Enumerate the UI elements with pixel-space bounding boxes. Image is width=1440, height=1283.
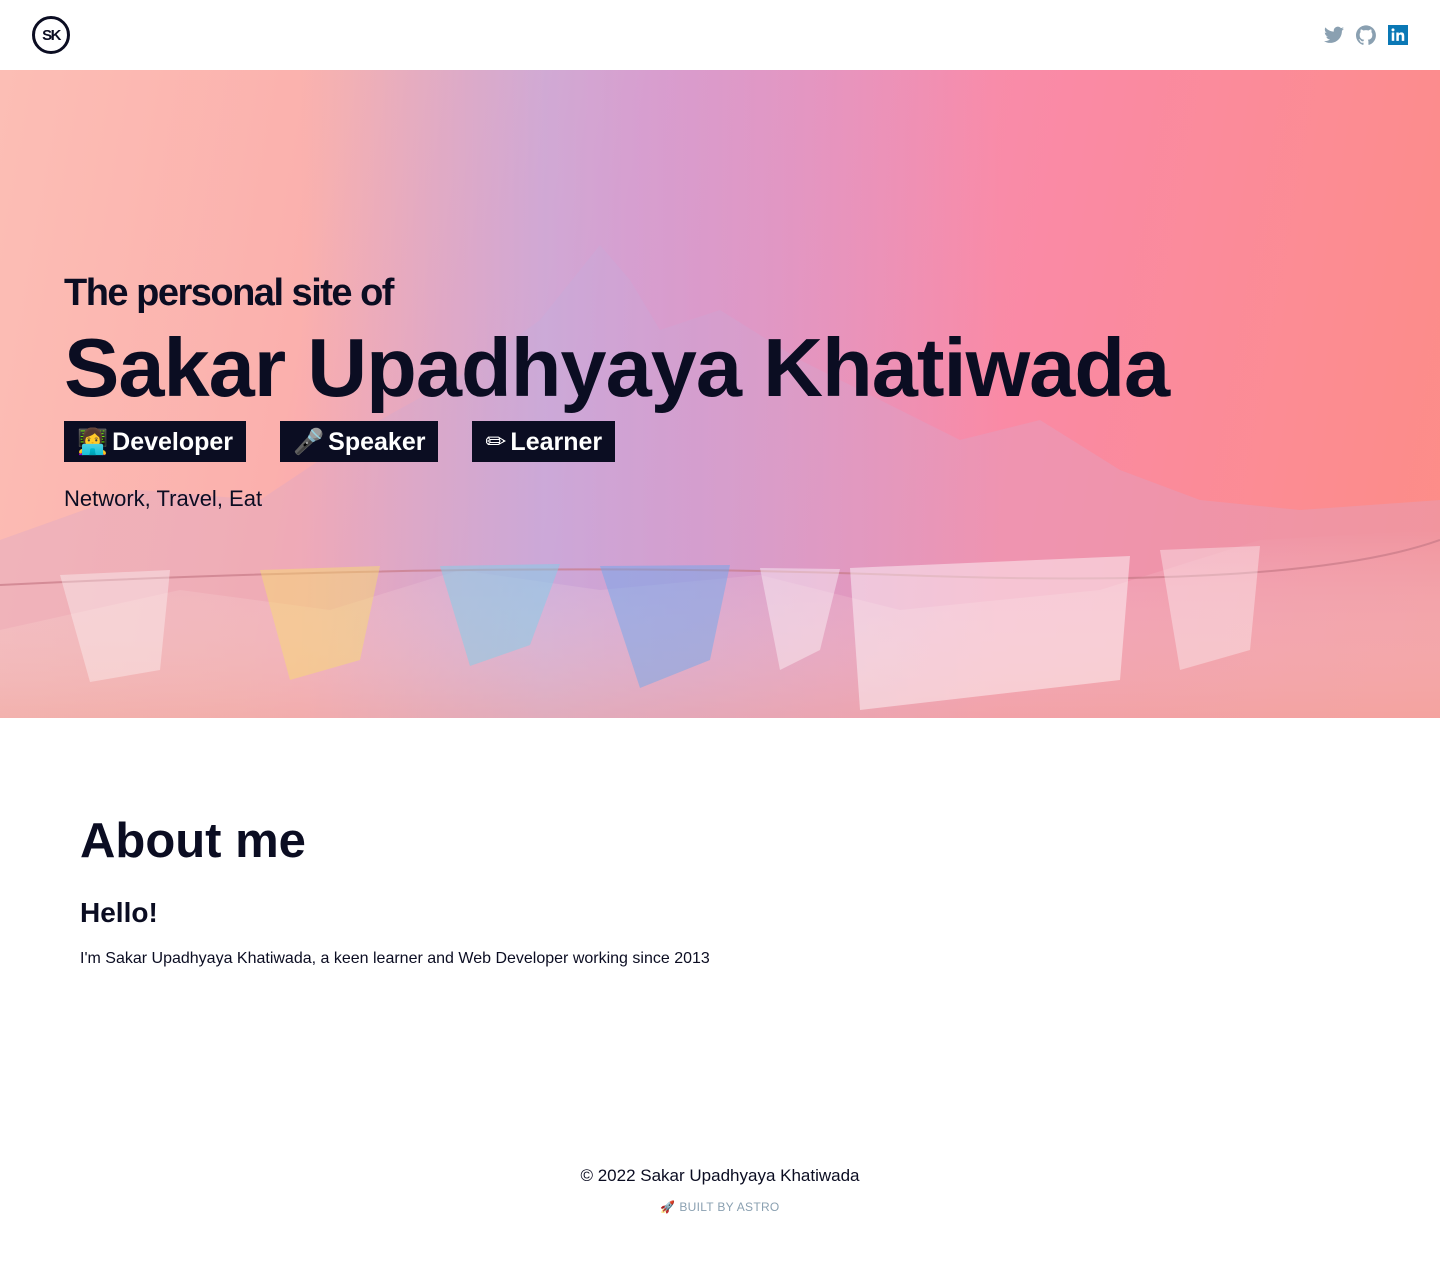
copyright-text: © 2022 Sakar Upadhyaya Khatiwada	[580, 1166, 860, 1185]
role-label: Learner	[510, 428, 603, 456]
pencil-emoji-icon: ✏	[485, 427, 507, 456]
twitter-icon	[1324, 26, 1344, 43]
social-links	[1324, 25, 1408, 45]
role-badges: 👩‍💻 Developer 🎤 Speaker ✏ Learner	[64, 421, 1169, 462]
hero-subtitle: The personal site of	[64, 272, 394, 314]
about-heading: About me	[80, 814, 306, 868]
role-label: Speaker	[328, 428, 426, 456]
linkedin-icon	[1388, 25, 1408, 45]
rocket-icon: 🚀	[660, 1200, 676, 1214]
site-header: SK	[0, 0, 1440, 70]
hero-banner: The personal site of Sakar Upadhyaya Kha…	[0, 70, 1440, 718]
site-logo[interactable]: SK	[32, 16, 70, 54]
github-icon	[1356, 25, 1376, 45]
role-badge-speaker: 🎤 Speaker	[280, 421, 439, 462]
developer-emoji-icon: 👩‍💻	[77, 427, 109, 456]
hero-name: Sakar Upadhyaya Khatiwada	[64, 321, 1170, 414]
role-label: Developer	[112, 428, 234, 456]
twitter-link[interactable]	[1324, 25, 1344, 45]
microphone-emoji-icon: 🎤	[293, 427, 325, 456]
built-by-astro-link[interactable]: BUILT BY ASTRO	[679, 1200, 779, 1214]
site-footer: © 2022 Sakar Upadhyaya Khatiwada 🚀 BUILT…	[0, 1166, 1440, 1214]
linkedin-link[interactable]	[1388, 25, 1408, 45]
hero-tagline: Network, Travel, Eat	[64, 486, 263, 511]
role-badge-developer: 👩‍💻 Developer	[64, 421, 247, 462]
about-section: About me Hello! I'm Sakar Upadhyaya Khat…	[80, 718, 1360, 968]
role-badge-learner: ✏ Learner	[472, 421, 616, 462]
about-text: I'm Sakar Upadhyaya Khatiwada, a keen le…	[80, 950, 710, 967]
hero-content: The personal site of Sakar Upadhyaya Kha…	[64, 272, 1170, 512]
about-greeting: Hello!	[80, 897, 158, 928]
built-by-astro: 🚀 BUILT BY ASTRO	[0, 1200, 1440, 1214]
github-link[interactable]	[1356, 25, 1376, 45]
